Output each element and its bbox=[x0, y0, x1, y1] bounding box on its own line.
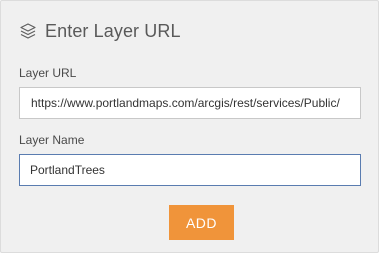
add-button[interactable]: ADD bbox=[169, 205, 234, 240]
panel-header: Enter Layer URL bbox=[19, 20, 181, 42]
layer-url-input[interactable] bbox=[19, 87, 361, 119]
layer-url-label: Layer URL bbox=[19, 66, 77, 80]
panel-title: Enter Layer URL bbox=[45, 20, 181, 41]
layers-icon bbox=[19, 22, 37, 40]
layer-name-input[interactable] bbox=[19, 154, 361, 186]
add-layer-panel: Enter Layer URL Layer URL Layer Name ADD bbox=[0, 0, 379, 253]
layer-name-label: Layer Name bbox=[19, 133, 85, 147]
